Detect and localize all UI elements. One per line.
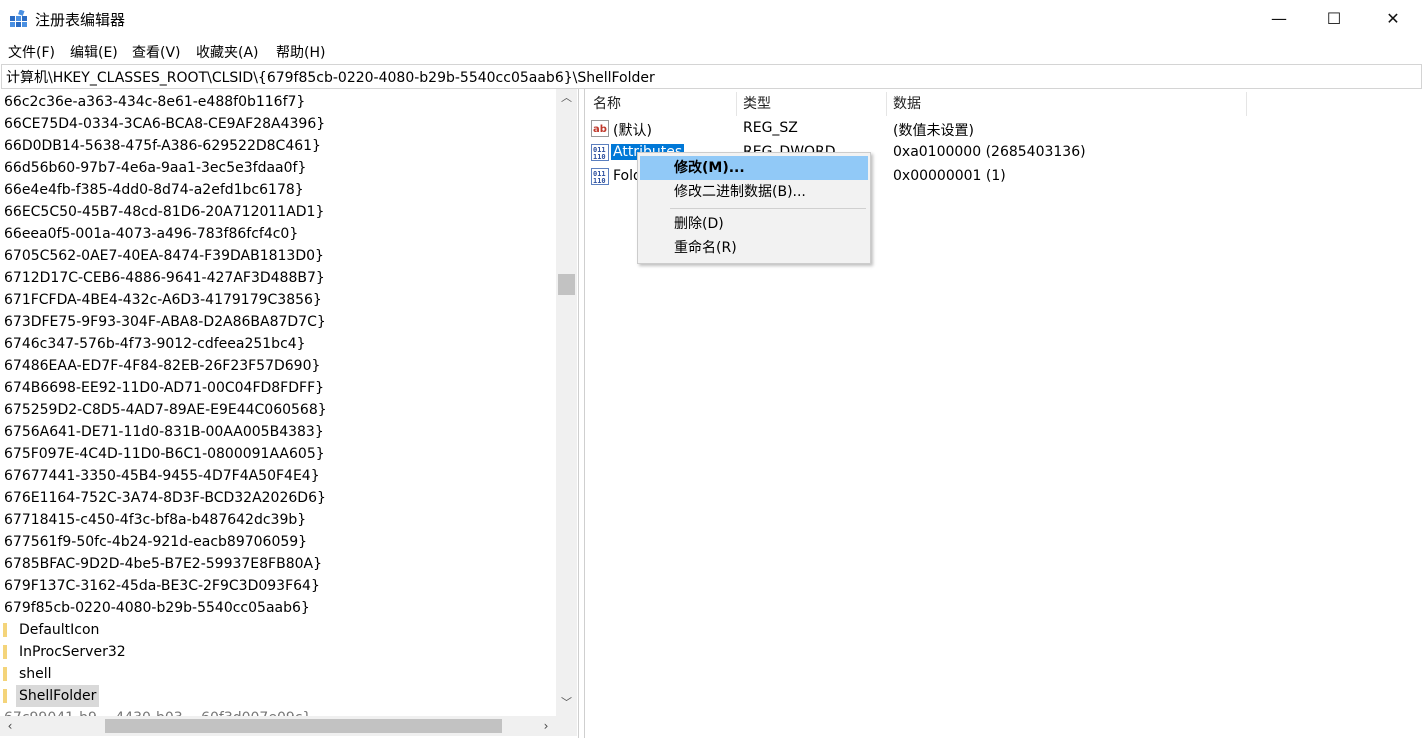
tree-key-label: 671FCFDA-4BE4-432c-A6D3-4179179C3856} (4, 292, 322, 308)
tree-key-label: 6705C562-0AE7-40EA-8474-F39DAB1813D0} (4, 248, 324, 264)
scroll-down-icon[interactable]: ﹀ (556, 694, 577, 711)
tree-key-label: 6712D17C-CEB6-4886-9641-427AF3D488B7} (4, 270, 325, 286)
scroll-left-icon[interactable]: ‹ (0, 716, 20, 736)
svg-text:ab: ab (593, 124, 607, 135)
menu-file[interactable]: 文件(F) (8, 42, 55, 62)
tree-key-label: 66c2c36e-a363-434c-8e61-e488f0b116f7} (4, 94, 306, 110)
tree-key-label: 66eea0f5-001a-4073-a496-783f86fcf4c0} (4, 226, 299, 242)
scroll-right-icon[interactable]: › (536, 716, 556, 736)
column-name-header[interactable]: 名称 (593, 89, 621, 115)
window-title: 注册表编辑器 (35, 11, 126, 29)
context-modify-binary[interactable]: 修改二进制数据(B)... (640, 180, 868, 204)
menu-edit[interactable]: 编辑(E) (70, 42, 118, 62)
maximize-button[interactable]: ☐ (1305, 0, 1363, 38)
context-delete-label: 删除(D) (674, 216, 724, 232)
value-type: REG_SZ (743, 120, 798, 136)
binary-value-icon: 011 110 (591, 144, 609, 161)
context-modify-label: 修改(M)... (674, 160, 745, 176)
tree-subkey-label: ShellFolder (16, 685, 100, 707)
tree-key-label: 66CE75D4-0334-3CA6-BCA8-CE9AF28A4396} (4, 116, 326, 132)
tree-key-label: 66EC5C50-45B7-48cd-81D6-20A712011AD1} (4, 204, 325, 220)
binary-value-icon: 011 110 (591, 168, 609, 185)
value-data: (数值未设置) (893, 123, 974, 139)
menu-help[interactable]: 帮助(H) (276, 42, 325, 62)
value-data: 0x00000001 (1) (893, 168, 1006, 184)
tree-key-label: 66e4e4fb-f385-4dd0-8d74-a2efd1bc6178} (4, 182, 304, 198)
tree-key-label: 677561f9-50fc-4b24-921d-eacb89706059} (4, 534, 308, 550)
folder-icon (3, 689, 7, 703)
tree-key-label: 675F097E-4C4D-11D0-B6C1-0800091AA605} (4, 446, 325, 462)
tree-key-label: 6756A641-DE71-11d0-831B-00AA005B4383} (4, 424, 324, 440)
context-delete[interactable]: 删除(D) (640, 212, 868, 236)
tree-key-label: 676E1164-752C-3A74-8D3F-BCD32A2026D6} (4, 490, 326, 506)
tree-subkey-label: shell (19, 666, 52, 682)
tree-horizontal-scrollbar[interactable]: ‹ › (0, 716, 556, 736)
value-data: 0xa0100000 (2685403136) (893, 144, 1086, 160)
minimize-button[interactable]: — (1250, 0, 1308, 38)
context-modify[interactable]: 修改(M)... (640, 156, 868, 180)
address-bar[interactable]: 计算机\HKEY_CLASSES_ROOT\CLSID\{679f85cb-02… (1, 64, 1422, 89)
context-separator (670, 208, 866, 209)
tree-vertical-scrollbar[interactable]: ︿ ﹀ (556, 89, 577, 716)
tree-key-label: 673DFE75-9F93-304F-ABA8-D2A86BA87D7C} (4, 314, 326, 330)
context-modify-binary-label: 修改二进制数据(B)... (674, 184, 806, 200)
menu-favorites[interactable]: 收藏夹(A) (196, 42, 259, 62)
address-path[interactable]: 计算机\HKEY_CLASSES_ROOT\CLSID\{679f85cb-02… (6, 67, 655, 87)
tree-key-label: 66d56b60-97b7-4e6a-9aa1-3ec5e3fdaa0f} (4, 160, 307, 176)
tree-key-label: 67486EAA-ED7F-4F84-82EB-26F23F57D690} (4, 358, 321, 374)
column-divider[interactable] (886, 92, 887, 116)
column-divider[interactable] (1246, 92, 1247, 116)
tree-key-label: 674B6698-EE92-11D0-AD71-00C04FD8FDFF} (4, 380, 325, 396)
hscroll-thumb[interactable] (105, 719, 502, 733)
registry-tree[interactable]: 66c2c36e-a363-434c-8e61-e488f0b116f7} 66C… (0, 89, 579, 738)
tree-subkey-label: InProcServer32 (19, 644, 126, 660)
tree-key-label: 67718415-c450-4f3c-bf8a-b487642dc39b} (4, 512, 307, 528)
column-data-header[interactable]: 数据 (893, 89, 921, 115)
svg-text:110: 110 (593, 153, 606, 161)
context-rename[interactable]: 重命名(R) (640, 236, 868, 260)
tree-key-label: 6785BFAC-9D2D-4be5-B7E2-59937E8FB80A} (4, 556, 323, 572)
tree-key-label: 66D0DB14-5638-475f-A386-629522D8C461} (4, 138, 321, 154)
tree-key-label: 6746c347-576b-4f73-9012-cdfeea251bc4} (4, 336, 306, 352)
tree-key-label: 679f85cb-0220-4080-b29b-5540cc05aab6} (4, 600, 310, 616)
context-rename-label: 重命名(R) (674, 240, 737, 256)
tree-key-label: 675259D2-C8D5-4AD7-89AE-E9E44C060568} (4, 402, 327, 418)
scroll-up-icon[interactable]: ︿ (556, 89, 577, 106)
value-name: (默认) (613, 123, 652, 139)
menu-view[interactable]: 查看(V) (132, 42, 181, 62)
scroll-corner (556, 716, 577, 736)
menu-bar: 文件(F) 编辑(E) 查看(V) 收藏夹(A) 帮助(H) (0, 38, 1424, 63)
close-button[interactable]: ✕ (1364, 0, 1422, 38)
column-divider[interactable] (736, 92, 737, 116)
folder-icon (3, 645, 7, 659)
registry-editor-icon (10, 10, 27, 27)
svg-text:110: 110 (593, 177, 606, 185)
scroll-thumb[interactable] (558, 274, 575, 295)
value-row-default[interactable]: ab (默认) REG_SZ (数值未设置) (585, 117, 1423, 141)
column-type-header[interactable]: 类型 (743, 89, 771, 115)
tree-subkey-label: DefaultIcon (19, 622, 100, 638)
folder-icon (3, 667, 7, 681)
folder-icon (3, 623, 7, 637)
tree-key-label: 67677441-3350-45B4-9455-4D7F4A50F4E4} (4, 468, 320, 484)
string-value-icon: ab (591, 120, 609, 137)
tree-key-label: 679F137C-3162-45da-BE3C-2F9C3D093F64} (4, 578, 320, 594)
context-menu: 修改(M)... 修改二进制数据(B)... 删除(D) 重命名(R) (637, 152, 871, 264)
title-bar: 注册表编辑器 — ☐ ✕ (0, 0, 1424, 38)
